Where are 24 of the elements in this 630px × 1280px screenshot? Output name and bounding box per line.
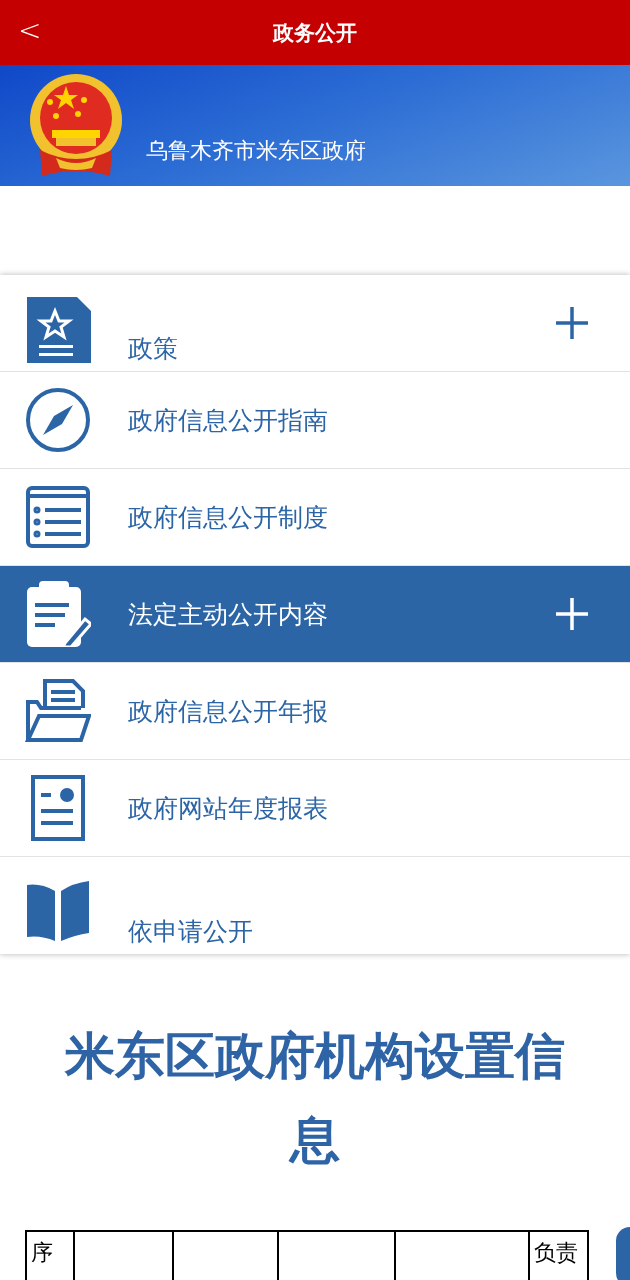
clipboard-pen-icon bbox=[25, 581, 91, 647]
plus-icon[interactable] bbox=[554, 305, 590, 341]
menu-label: 依申请公开 bbox=[128, 916, 254, 948]
menu-label: 政府网站年度报表 bbox=[128, 792, 329, 825]
menu-item[interactable]: 政策 bbox=[0, 275, 630, 372]
compass-icon bbox=[25, 387, 91, 453]
back-button[interactable]: < bbox=[14, 14, 46, 47]
government-name: 乌鲁木齐市米东区政府 bbox=[146, 137, 366, 165]
menu-label: 政府信息公开制度 bbox=[128, 501, 329, 534]
menu-item[interactable]: 法定主动公开内容 bbox=[0, 566, 630, 663]
page-title: 政务公开 bbox=[273, 19, 357, 47]
menu-item[interactable]: 政府信息公开指南 bbox=[0, 372, 630, 469]
menu-item[interactable]: 政府信息公开年报 bbox=[0, 663, 630, 760]
menu-label: 政府信息公开指南 bbox=[128, 404, 329, 437]
folder-icon bbox=[25, 678, 91, 744]
section-title: 米东区政府机构设置信息 bbox=[63, 1026, 566, 1171]
menu-item[interactable]: 政府网站年度报表 bbox=[0, 760, 630, 857]
menu-label: 法定主动公开内容 bbox=[128, 598, 329, 631]
table-header-cell: 负责 bbox=[533, 1240, 578, 1265]
menu-label: 政府信息公开年报 bbox=[128, 695, 329, 728]
menu-item[interactable]: 依申请公开 bbox=[0, 857, 630, 954]
table-header-cell: 序 bbox=[31, 1240, 53, 1265]
menu-label: 政策 bbox=[128, 333, 179, 365]
list-icon bbox=[25, 484, 91, 550]
